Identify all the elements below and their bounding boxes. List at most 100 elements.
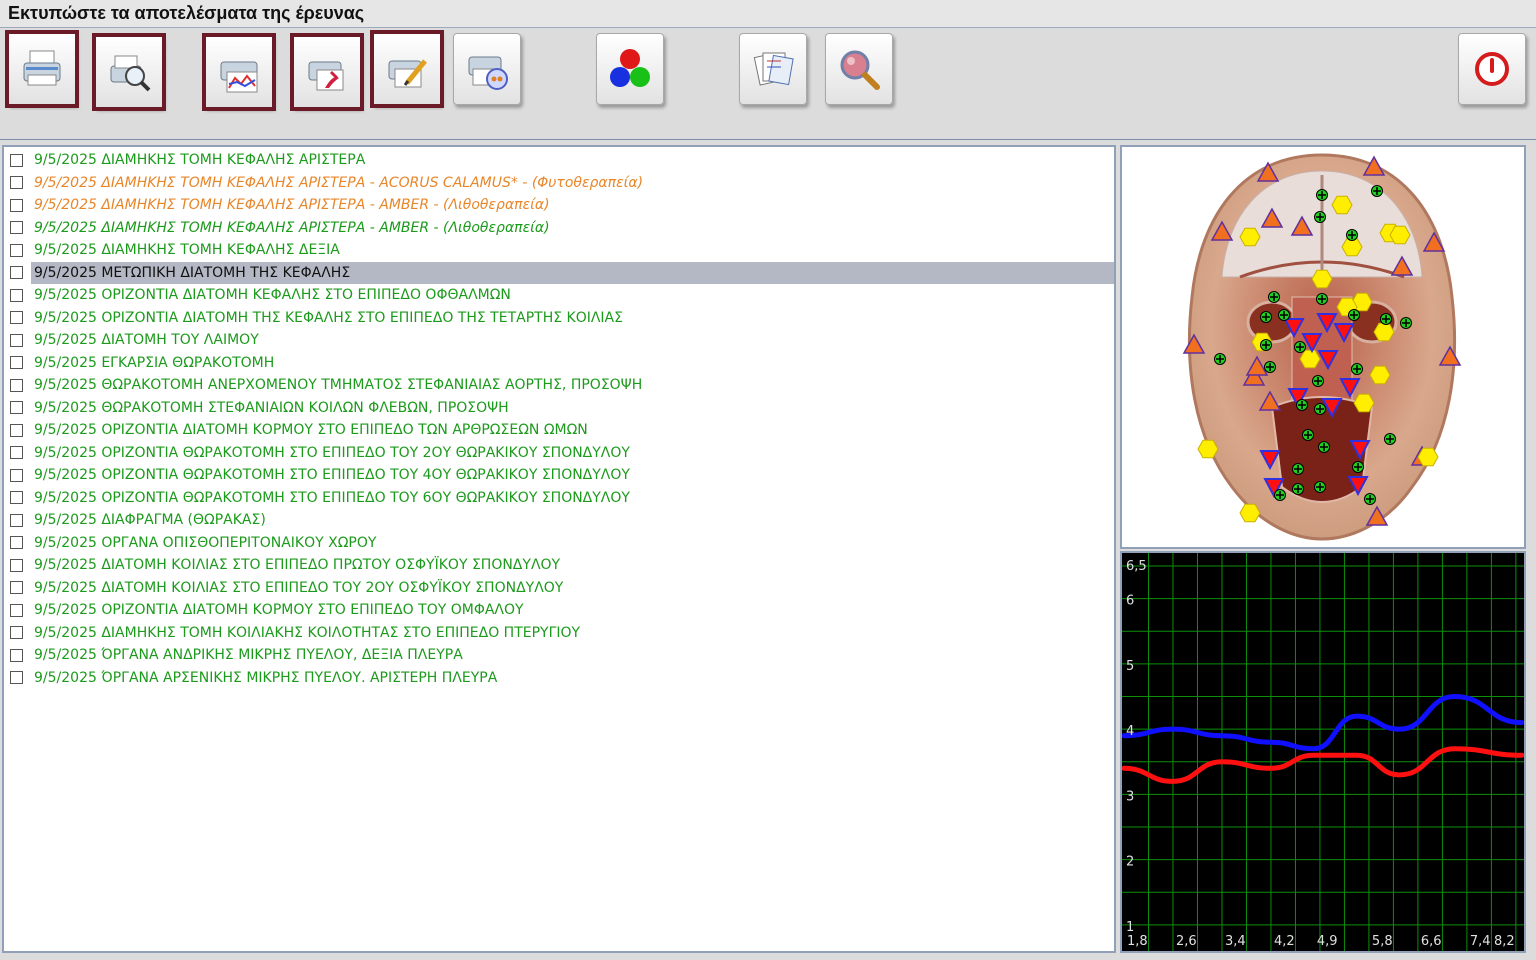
marker-hexagon bbox=[1353, 393, 1375, 413]
list-item-checkbox[interactable] bbox=[10, 198, 23, 212]
list-item[interactable]: 9/5/2025 ΔΙΑΤΟΜΗ ΚΟΙΛΙΑΣ ΣΤΟ ΕΠΙΠΕΔΟ ΠΡΩ… bbox=[4, 554, 1114, 576]
power-button[interactable] bbox=[1458, 33, 1526, 105]
list-item[interactable]: 9/5/2025 ΔΙΑΤΟΜΗ ΚΟΙΛΙΑΣ ΣΤΟ ΕΠΙΠΕΔΟ ΤΟΥ… bbox=[4, 577, 1114, 599]
print-remedies-button[interactable] bbox=[290, 33, 364, 111]
list-item-checkbox[interactable] bbox=[10, 378, 23, 392]
list-item-checkbox[interactable] bbox=[10, 356, 23, 369]
list-item-checkbox[interactable] bbox=[10, 288, 23, 302]
study-list: 9/5/2025 ΔΙΑΜΗΚΗΣ ΤΟΜΗ ΚΕΦΑΛΗΣ ΑΡΙΣΤΕΡΑ 9… bbox=[2, 145, 1116, 953]
list-item[interactable]: 9/5/2025 ΔΙΑΜΗΚΗΣ ΤΟΜΗ ΚΕΦΑΛΗΣ ΑΡΙΣΤΕΡΑ bbox=[4, 149, 1114, 171]
list-item-checkbox[interactable] bbox=[10, 221, 23, 234]
magnifier-icon bbox=[840, 50, 880, 90]
marker-hexagon bbox=[1299, 349, 1321, 369]
list-item-checkbox[interactable] bbox=[10, 311, 23, 324]
y-tick-label: 6 bbox=[1126, 594, 1134, 609]
y-tick-label: 5 bbox=[1126, 659, 1134, 674]
magnifier-button[interactable] bbox=[825, 33, 893, 105]
title-bar: Εκτυπώστε τα αποτελέσματα της έρευνας bbox=[0, 0, 1536, 28]
marker-hexagon bbox=[1311, 269, 1333, 289]
list-item-label: 9/5/2025 ΟΡΙΖΟΝΤΙΑ ΘΩΡΑΚΟΤΟΜΗ ΣΤΟ ΕΠΙΠΕΔ… bbox=[34, 489, 630, 506]
list-item-checkbox[interactable] bbox=[10, 626, 23, 639]
list-item-label: 9/5/2025 ΔΙΑΤΟΜΗ ΚΟΙΛΙΑΣ ΣΤΟ ΕΠΙΠΕΔΟ ΤΟΥ… bbox=[34, 579, 564, 596]
list-item[interactable]: 9/5/2025 ΘΩΡΑΚΟΤΟΜΗ ΣΤΕΦΑΝΙΑΙΩΝ ΚΟΙΛΩΝ Φ… bbox=[4, 397, 1114, 419]
x-tick-label: 1,8 bbox=[1127, 934, 1148, 949]
x-tick-label: 7,4 bbox=[1470, 934, 1491, 949]
list-item-checkbox[interactable] bbox=[10, 603, 23, 617]
print-chart-icon bbox=[220, 61, 258, 93]
list-item[interactable]: 9/5/2025 ΟΡΙΖΟΝΤΙΑ ΘΩΡΑΚΟΤΟΜΗ ΣΤΟ ΕΠΙΠΕΔ… bbox=[4, 442, 1114, 464]
list-item[interactable]: 9/5/2025 ΘΩΡΑΚΟΤΟΜΗ ΑΝΕΡΧΟΜΕΝΟΥ ΤΜΗΜΑΤΟΣ… bbox=[4, 374, 1114, 396]
list-item-label: 9/5/2025 ΟΡΓΑΝΑ ΟΠΙΣΘΟΠΕΡΙΤΟΝΑΙΚΟΥ ΧΩΡΟΥ bbox=[34, 534, 377, 551]
list-item-checkbox[interactable] bbox=[10, 558, 23, 572]
print-media-button[interactable] bbox=[453, 33, 521, 105]
toolbar bbox=[0, 28, 1536, 140]
marker-hexagon bbox=[1389, 225, 1411, 245]
list-item-label: 9/5/2025 ΌΡΓΑΝΑ ΑΝΔΡΙΚΗΣ ΜΙΚΡΗΣ ΠΥΕΛΟΥ, … bbox=[34, 647, 463, 663]
list-item-label: 9/5/2025 ΔΙΑΜΗΚΗΣ ΤΟΜΗ ΚΕΦΑΛΗΣ ΑΡΙΣΤΕΡΑ … bbox=[34, 197, 550, 213]
documents-icon bbox=[753, 52, 794, 86]
list-item-label: 9/5/2025 ΟΡΙΖΟΝΤΙΑ ΘΩΡΑΚΟΤΟΜΗ ΣΤΟ ΕΠΙΠΕΔ… bbox=[34, 467, 630, 483]
printer-icon bbox=[23, 50, 61, 86]
list-item-label: 9/5/2025 ΟΡΙΖΟΝΤΙΑ ΔΙΑΤΟΜΗ ΤΗΣ ΚΕΦΑΛΗΣ Σ… bbox=[34, 309, 623, 326]
list-item-label: 9/5/2025 ΔΙΑΜΗΚΗΣ ΤΟΜΗ ΚΕΦΑΛΗΣ ΑΡΙΣΤΕΡΑ … bbox=[34, 174, 644, 191]
print-button[interactable] bbox=[5, 30, 79, 108]
list-item[interactable]: 9/5/2025 ΔΙΑΜΗΚΗΣ ΤΟΜΗ ΚΕΦΑΛΗΣ ΔΕΞΙΑ bbox=[4, 239, 1114, 261]
list-item-checkbox[interactable] bbox=[10, 176, 23, 189]
print-remedies-icon bbox=[308, 61, 344, 91]
list-item-checkbox[interactable] bbox=[10, 536, 23, 549]
anatomy-panel bbox=[1120, 145, 1526, 549]
y-tick-label: 2 bbox=[1126, 855, 1134, 870]
print-media-icon bbox=[468, 56, 508, 90]
documents-button[interactable] bbox=[739, 33, 807, 105]
list-item[interactable]: 9/5/2025 ΌΡΓΑΝΑ ΑΝΔΡΙΚΗΣ ΜΙΚΡΗΣ ΠΥΕΛΟΥ, … bbox=[4, 644, 1114, 666]
list-item[interactable]: 9/5/2025 ΟΡΙΖΟΝΤΙΑ ΔΙΑΤΟΜΗ ΤΗΣ ΚΕΦΑΛΗΣ Σ… bbox=[4, 307, 1114, 329]
list-item[interactable]: 9/5/2025 ΔΙΑΦΡΑΓΜΑ (ΘΩΡΑΚΑΣ) bbox=[4, 509, 1114, 531]
list-item[interactable]: 9/5/2025 ΟΡΙΖΟΝΤΙΑ ΔΙΑΤΟΜΗ ΚΟΡΜΟΥ ΣΤΟ ΕΠ… bbox=[4, 599, 1114, 621]
list-item-checkbox[interactable] bbox=[10, 266, 23, 279]
color-cubes-button[interactable] bbox=[596, 33, 664, 105]
list-item[interactable]: 9/5/2025 ΔΙΑΤΟΜΗ ΤΟΥ ΛΑΙΜΟΥ bbox=[4, 329, 1114, 351]
power-icon bbox=[1475, 52, 1509, 86]
list-item[interactable]: 9/5/2025 ΟΡΙΖΟΝΤΙΑ ΘΩΡΑΚΟΤΟΜΗ ΣΤΟ ΕΠΙΠΕΔ… bbox=[4, 464, 1114, 486]
list-item-checkbox[interactable] bbox=[10, 671, 23, 684]
list-item-label: 9/5/2025 ΔΙΑΜΗΚΗΣ ΤΟΜΗ ΚΟΙΛΙΑΚΗΣ ΚΟΙΛΟΤΗ… bbox=[34, 624, 581, 641]
list-item[interactable]: 9/5/2025 ΔΙΑΜΗΚΗΣ ΤΟΜΗ ΚΟΙΛΙΑΚΗΣ ΚΟΙΛΟΤΗ… bbox=[4, 622, 1114, 644]
list-item[interactable]: 9/5/2025 ΟΡΙΖΟΝΤΙΑ ΔΙΑΤΟΜΗ ΚΕΦΑΛΗΣ ΣΤΟ Ε… bbox=[4, 284, 1114, 306]
print-preview-button[interactable] bbox=[92, 33, 166, 111]
print-chart-button[interactable] bbox=[202, 33, 276, 111]
list-item[interactable]: 9/5/2025 ΌΡΓΑΝΑ ΑΡΣΕΝΙΚΗΣ ΜΙΚΡΗΣ ΠΥΕΛΟΥ.… bbox=[4, 667, 1114, 689]
chart-svg: 1 2 3 4 5 6 6,5 1,8 2,6 3,4 4,2 4,9 5,8 6,6 7,4 8,2 bbox=[1122, 553, 1524, 951]
y-tick-label: 3 bbox=[1126, 789, 1134, 804]
x-tick-label: 4,9 bbox=[1317, 934, 1338, 949]
x-tick-label: 3,4 bbox=[1225, 934, 1246, 949]
list-item-checkbox[interactable] bbox=[10, 648, 23, 662]
list-item-checkbox[interactable] bbox=[10, 423, 23, 437]
list-item-checkbox[interactable] bbox=[10, 491, 23, 504]
list-item-checkbox[interactable] bbox=[10, 243, 23, 257]
list-item-label: 9/5/2025 ΟΡΙΖΟΝΤΙΑ ΘΩΡΑΚΟΤΟΜΗ ΣΤΟ ΕΠΙΠΕΔ… bbox=[34, 444, 630, 461]
list-item[interactable]: 9/5/2025 ΟΡΓΑΝΑ ΟΠΙΣΘΟΠΕΡΙΤΟΝΑΙΚΟΥ ΧΩΡΟΥ bbox=[4, 532, 1114, 554]
list-item[interactable]: 9/5/2025 ΕΓΚΑΡΣΙΑ ΘΩΡΑΚΟΤΟΜΗ bbox=[4, 352, 1114, 374]
list-item-label: 9/5/2025 ΜΕΤΩΠΙΚΗ ΔΙΑΤΟΜΗ ΤΗΣ ΚΕΦΑΛΗΣ bbox=[34, 264, 351, 281]
list-item[interactable]: 9/5/2025 ΔΙΑΜΗΚΗΣ ΤΟΜΗ ΚΕΦΑΛΗΣ ΑΡΙΣΤΕΡΑ … bbox=[4, 172, 1114, 194]
list-item[interactable]: 9/5/2025 ΔΙΑΜΗΚΗΣ ΤΟΜΗ ΚΕΦΑΛΗΣ ΑΡΙΣΤΕΡΑ … bbox=[4, 194, 1114, 216]
list-item-checkbox[interactable] bbox=[10, 401, 23, 414]
list-item[interactable]: 9/5/2025 ΟΡΙΖΟΝΤΙΑ ΘΩΡΑΚΟΤΟΜΗ ΣΤΟ ΕΠΙΠΕΔ… bbox=[4, 487, 1114, 509]
series-line-0 bbox=[1122, 694, 1524, 752]
list-item[interactable]: 9/5/2025 ΜΕΤΩΠΙΚΗ ΔΙΑΤΟΜΗ ΤΗΣ ΚΕΦΑΛΗΣ bbox=[4, 261, 1114, 284]
marker-hexagon bbox=[1239, 227, 1261, 247]
list-item-checkbox[interactable] bbox=[10, 446, 23, 459]
x-tick-label: 2,6 bbox=[1176, 934, 1197, 949]
list-item[interactable]: 9/5/2025 ΟΡΙΖΟΝΤΙΑ ΔΙΑΤΟΜΗ ΚΟΡΜΟΥ ΣΤΟ ΕΠ… bbox=[4, 419, 1114, 441]
list-item-checkbox[interactable] bbox=[10, 468, 23, 482]
list-item[interactable]: 9/5/2025 ΔΙΑΜΗΚΗΣ ΤΟΜΗ ΚΕΦΑΛΗΣ ΑΡΙΣΤΕΡΑ … bbox=[4, 217, 1114, 239]
list-item-checkbox[interactable] bbox=[10, 581, 23, 594]
list-item-checkbox[interactable] bbox=[10, 513, 23, 527]
list-item-label: 9/5/2025 ΟΡΙΖΟΝΤΙΑ ΔΙΑΤΟΜΗ ΚΕΦΑΛΗΣ ΣΤΟ Ε… bbox=[34, 287, 511, 303]
list-item-label: 9/5/2025 ΔΙΑΜΗΚΗΣ ΤΟΜΗ ΚΕΦΑΛΗΣ ΔΕΞΙΑ bbox=[34, 242, 340, 258]
list-item-checkbox[interactable] bbox=[10, 333, 23, 347]
list-item-label: 9/5/2025 ΟΡΙΖΟΝΤΙΑ ΔΙΑΤΟΜΗ ΚΟΡΜΟΥ ΣΤΟ ΕΠ… bbox=[34, 602, 524, 618]
print-notes-button[interactable] bbox=[370, 30, 444, 108]
list-item-checkbox[interactable] bbox=[10, 153, 23, 167]
list-item-label: 9/5/2025 ΘΩΡΑΚΟΤΟΜΗ ΣΤΕΦΑΝΙΑΙΩΝ ΚΟΙΛΩΝ Φ… bbox=[34, 399, 509, 416]
